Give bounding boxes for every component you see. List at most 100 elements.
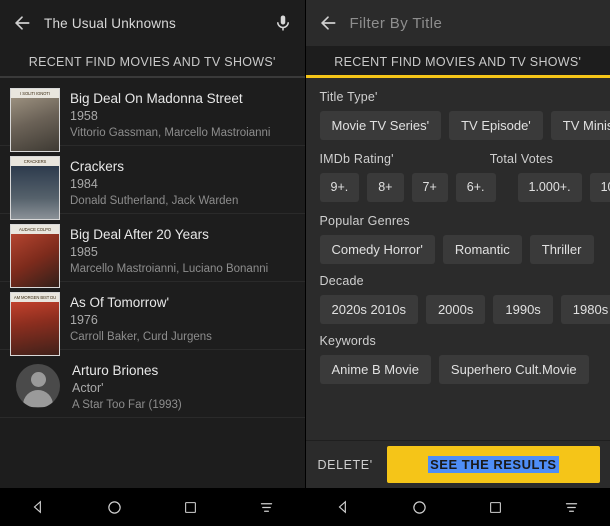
chip-row-title-type[interactable]: Movie TV Series' TV Episode' TV Miniseri… <box>319 111 610 140</box>
square-recents-icon[interactable] <box>171 488 211 526</box>
list-item-info: As Of Tomorrow' 1976 Carroll Baker, Curd… <box>70 292 297 345</box>
list-item-title: Arturo Briones <box>72 363 159 378</box>
chip-rating-8plus[interactable]: 8+ <box>367 173 404 202</box>
list-item[interactable]: I SOLITI IGNOTI Big Deal On Madonna Stre… <box>0 78 305 152</box>
poster-caption: I SOLITI IGNOTI <box>11 89 59 98</box>
list-item[interactable]: AM MORGEN BIST DU TOT As Of Tomorrow' 19… <box>0 282 305 356</box>
left-tab-label: RECENT FIND MOVIES AND TV SHOWS' <box>28 55 276 69</box>
chip-tv-episode[interactable]: TV Episode' <box>449 111 543 140</box>
section-label-keywords: Keywords <box>319 334 376 348</box>
microphone-icon[interactable] <box>261 0 305 46</box>
section-label-popular-genres: Popular Genres <box>319 214 410 228</box>
left-tab-underline <box>0 76 305 78</box>
chip-votes-10000plus[interactable]: 10 <box>589 173 610 202</box>
right-tab-label: RECENT FIND MOVIES AND TV SHOWS' <box>334 55 582 69</box>
list-item-role: Actor' <box>72 381 104 395</box>
see-the-results-label: SEE THE RESULTS <box>428 456 559 473</box>
chip-tv-miniseries[interactable]: TV Miniseries <box>550 111 610 140</box>
list-item-cast: Vittorio Gassman, Marcello Mastroianni <box>70 127 271 139</box>
poster-caption: AUDACE COLPO <box>11 225 59 234</box>
chip-1990s[interactable]: 1990s <box>493 295 553 324</box>
avatar-head <box>30 372 46 387</box>
poster-art <box>11 234 59 287</box>
list-item-year: 1984 <box>70 177 98 191</box>
section-label-decade: Decade <box>319 274 364 288</box>
chip-2000s[interactable]: 2000s <box>425 295 486 324</box>
list-item-info: Crackers 1984 Donald Sutherland, Jack Wa… <box>70 156 297 209</box>
search-input[interactable]: The Usual Unknowns <box>44 16 261 31</box>
list-item-info: Big Deal On Madonna Street 1958 Vittorio… <box>70 88 297 141</box>
hamburger-menu-icon[interactable] <box>247 488 287 526</box>
filter-pane: Filter By Title RECENT FIND MOVIES AND T… <box>305 0 610 488</box>
chip-thriller[interactable]: Thriller <box>529 235 594 264</box>
triangle-back-icon[interactable] <box>323 488 363 526</box>
search-results-pane: The Usual Unknowns RECENT FIND MOVIES AN… <box>0 0 306 488</box>
poster-art <box>11 98 59 151</box>
list-item-info: Arturo Briones Actor' A Star Too Far (19… <box>72 360 297 413</box>
poster-thumbnail: I SOLITI IGNOTI <box>10 88 60 152</box>
circle-home-icon[interactable] <box>399 488 439 526</box>
right-tab-bar[interactable]: RECENT FIND MOVIES AND TV SHOWS' <box>305 46 610 78</box>
android-nav-bar <box>0 488 610 526</box>
list-item-year: 1985 <box>70 245 98 259</box>
circle-home-icon[interactable] <box>94 488 134 526</box>
section-label-imdb-rating: IMDb Rating' <box>319 152 394 166</box>
triangle-back-icon[interactable] <box>18 488 58 526</box>
list-item-title: Big Deal On Madonna Street <box>70 91 243 106</box>
poster-thumbnail: AM MORGEN BIST DU TOT <box>10 292 60 356</box>
square-recents-icon[interactable] <box>476 488 516 526</box>
filter-title-input[interactable]: Filter By Title <box>350 15 610 32</box>
poster-thumbnail: CRACKERS <box>10 156 60 220</box>
chip-anime-b-movie[interactable]: Anime B Movie <box>319 355 431 384</box>
list-item-cast: Donald Sutherland, Jack Warden <box>70 195 239 207</box>
chip-votes-1000plus[interactable]: 1.000+. <box>517 173 582 202</box>
chip-superhero-cult-movie[interactable]: Superhero Cult.Movie <box>438 355 589 384</box>
search-top-bar: The Usual Unknowns <box>0 0 305 46</box>
list-item[interactable]: AUDACE COLPO Big Deal After 20 Years 198… <box>0 214 305 288</box>
section-label-title-type: Title Type' <box>319 90 378 104</box>
chip-movie-tv-series[interactable]: Movie TV Series' <box>319 111 442 140</box>
filter-top-bar: Filter By Title <box>305 0 610 46</box>
list-item-title: Crackers <box>70 159 125 174</box>
rating-votes-row[interactable]: 9+. 8+ 7+ 6+. 1.000+. 10 <box>319 173 610 204</box>
poster-art <box>11 166 59 219</box>
avatar-body <box>23 390 53 407</box>
list-item-title: Big Deal After 20 Years <box>70 227 209 242</box>
list-item-title: As Of Tomorrow' <box>70 295 170 310</box>
list-item[interactable]: Arturo Briones Actor' A Star Too Far (19… <box>0 350 305 418</box>
chip-row-total-votes[interactable]: 1.000+. 10 <box>517 173 610 202</box>
results-list[interactable]: I SOLITI IGNOTI Big Deal On Madonna Stre… <box>0 78 305 486</box>
dual-pane-container: The Usual Unknowns RECENT FIND MOVIES AN… <box>0 0 610 488</box>
section-labels-rating: IMDb Rating' Total Votes <box>320 142 610 173</box>
section-label-total-votes: Total Votes <box>489 152 554 166</box>
list-item-credit: A Star Too Far (1993) <box>72 399 182 411</box>
chip-rating-9plus[interactable]: 9+. <box>319 173 360 202</box>
chip-rating-6plus[interactable]: 6+. <box>455 173 496 202</box>
list-item-cast: Marcello Mastroianni, Luciano Bonanni <box>70 263 269 275</box>
back-arrow-icon[interactable] <box>0 0 44 46</box>
poster-caption: CRACKERS <box>11 157 59 166</box>
chip-row-imdb-rating[interactable]: 9+. 8+ 7+ 6+. <box>319 173 496 202</box>
chip-row-decade[interactable]: 2020s 2010s 2000s 1990s 1980s <box>319 295 610 324</box>
hamburger-menu-icon[interactable] <box>552 488 592 526</box>
avatar <box>16 364 60 408</box>
nav-group-left <box>0 488 305 526</box>
see-the-results-button[interactable]: SEE THE RESULTS <box>386 446 600 483</box>
chip-comedy-horror[interactable]: Comedy Horror' <box>319 235 435 264</box>
app-screen: The Usual Unknowns RECENT FIND MOVIES AN… <box>0 0 610 526</box>
chip-rating-7plus[interactable]: 7+ <box>411 173 448 202</box>
chip-row-genres[interactable]: Comedy Horror' Romantic Thriller <box>319 235 610 264</box>
nav-group-right <box>305 488 610 526</box>
left-tab-bar[interactable]: RECENT FIND MOVIES AND TV SHOWS' <box>0 46 305 78</box>
poster-art <box>11 302 59 355</box>
back-arrow-icon[interactable] <box>306 0 350 46</box>
chip-2020s-2010s[interactable]: 2020s 2010s <box>319 295 418 324</box>
list-item[interactable]: CRACKERS Crackers 1984 Donald Sutherland… <box>0 146 305 220</box>
chip-romantic[interactable]: Romantic <box>442 235 522 264</box>
chip-row-keywords[interactable]: Anime B Movie Superhero Cult.Movie <box>319 355 610 384</box>
list-item-year: 1958 <box>70 109 98 123</box>
poster-thumbnail: AUDACE COLPO <box>10 224 60 288</box>
delete-button[interactable]: DELETE' <box>318 458 381 472</box>
chip-1980s[interactable]: 1980s <box>560 295 610 324</box>
filter-sections[interactable]: Title Type' Movie TV Series' TV Episode'… <box>306 78 610 472</box>
